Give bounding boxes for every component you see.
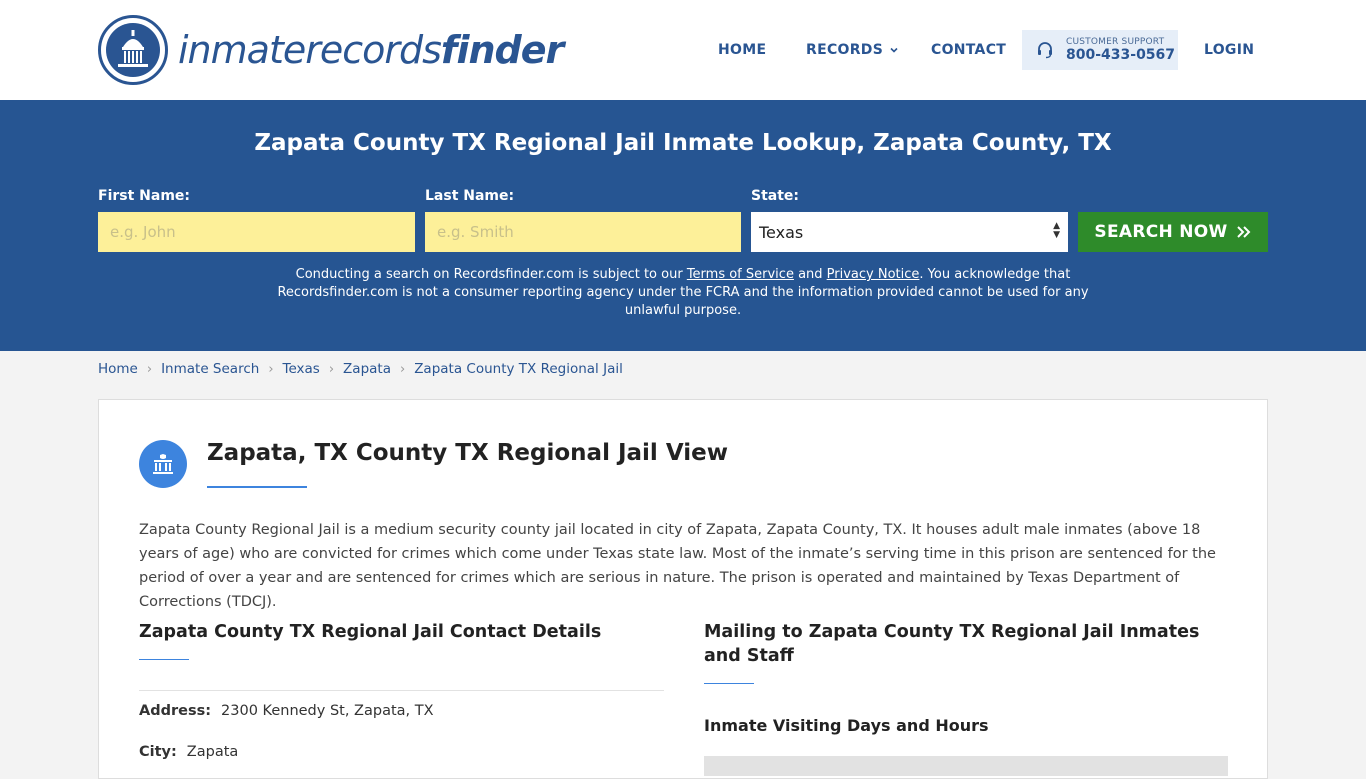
city-row: City: Zapata [139, 744, 239, 760]
select-arrows-icon: ▲ ▼ [1053, 221, 1060, 240]
state-select-value: Texas [759, 222, 804, 242]
mailing-title-underline [704, 683, 754, 684]
mailing-title: Mailing to Zapata County TX Regional Jai… [704, 622, 1200, 666]
headset-icon [1038, 42, 1052, 59]
breadcrumb-inmate-search[interactable]: Inmate Search [161, 361, 259, 377]
chevron-right-icon: › [146, 361, 153, 377]
contact-details-title: Zapata County TX Regional Jail Contact D… [139, 622, 602, 642]
nav-contact[interactable]: CONTACT [931, 0, 1006, 100]
visiting-hours-table [704, 756, 1228, 776]
chevron-down-icon [890, 47, 898, 53]
breadcrumb-zapata[interactable]: Zapata [343, 361, 391, 377]
search-now-button[interactable]: SEARCH NOW [1078, 212, 1268, 252]
page-title: Zapata County TX Regional Jail Inmate Lo… [254, 130, 1112, 156]
logo-wordmark: inmaterecordsfinder [178, 28, 564, 72]
search-disclaimer: Conducting a search on Recordsfinder.com… [277, 267, 1089, 318]
support-phone[interactable]: 800-433-0567 [1066, 47, 1175, 63]
privacy-notice-link[interactable]: Privacy Notice [827, 267, 920, 282]
jail-building-icon [139, 440, 187, 488]
nav-login[interactable]: LOGIN [1204, 0, 1254, 100]
chevron-right-icon: › [268, 361, 274, 377]
support-label: CUSTOMER SUPPORT [1066, 37, 1165, 47]
last-name-input[interactable] [425, 212, 741, 252]
chevron-right-icon: › [399, 361, 406, 377]
title-underline [207, 486, 307, 488]
address-row: Address: 2300 Kennedy St, Zapata, TX [139, 703, 434, 719]
state-select[interactable]: Texas ▲ ▼ [751, 212, 1068, 252]
visiting-hours-title: Inmate Visiting Days and Hours [704, 716, 989, 735]
nav-home[interactable]: HOME [718, 0, 766, 100]
first-name-label: First Name: [98, 188, 191, 204]
nav-records[interactable]: RECORDS [806, 0, 899, 100]
jail-info-card: Zapata, TX County TX Regional Jail View … [98, 399, 1268, 779]
terms-of-service-link[interactable]: Terms of Service [687, 267, 794, 282]
customer-support-box[interactable]: CUSTOMER SUPPORT 800-433-0567 [1022, 30, 1178, 70]
first-name-input[interactable] [98, 212, 415, 252]
capitol-logo-icon [98, 15, 168, 85]
section-title: Zapata, TX County TX Regional Jail View [207, 440, 728, 466]
state-label: State: [751, 188, 800, 204]
breadcrumb: Home › Inmate Search › Texas › Zapata › … [98, 361, 623, 377]
search-hero: Zapata County TX Regional Jail Inmate Lo… [0, 100, 1366, 351]
divider [139, 690, 664, 691]
double-chevron-right-icon [1236, 226, 1250, 238]
breadcrumb-texas[interactable]: Texas [283, 361, 320, 377]
breadcrumb-current[interactable]: Zapata County TX Regional Jail [414, 361, 623, 377]
contact-title-underline [139, 659, 189, 660]
last-name-label: Last Name: [425, 188, 515, 204]
site-header: inmaterecordsfinder HOME RECORDS CONTACT… [0, 0, 1366, 100]
jail-description: Zapata County Regional Jail is a medium … [139, 522, 1216, 610]
breadcrumb-home[interactable]: Home [98, 361, 138, 377]
site-logo[interactable]: inmaterecordsfinder [98, 15, 564, 85]
chevron-right-icon: › [328, 361, 335, 377]
